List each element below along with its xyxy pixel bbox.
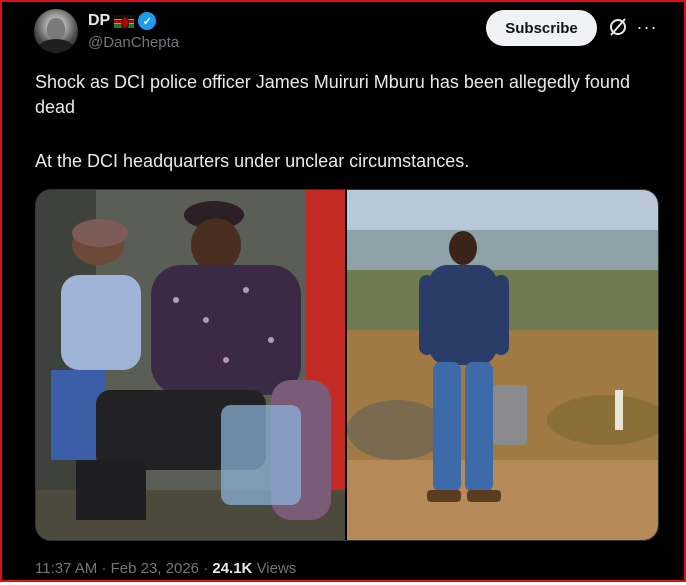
post-text-line1: Shock as DCI police officer James Muirur… xyxy=(35,72,630,117)
grok-icon[interactable] xyxy=(608,17,628,37)
meta-separator: · xyxy=(101,560,107,577)
author-name-row: DP ✓ xyxy=(88,12,157,30)
photo-left-image xyxy=(36,190,345,540)
subscribe-button[interactable]: Subscribe xyxy=(486,10,597,46)
post-text-line2: At the DCI headquarters under unclear ci… xyxy=(35,151,470,171)
views-label: Views xyxy=(256,560,297,577)
screenshot-frame: DP ✓ @DanChepta Subscribe ··· Shock as D… xyxy=(0,0,686,582)
post-meta: 11:37 AM · Feb 23, 2026 · 24.1K Views xyxy=(35,560,296,577)
avatar-suit xyxy=(38,39,74,53)
photo-right-image xyxy=(347,190,658,540)
post: DP ✓ @DanChepta Subscribe ··· Shock as D… xyxy=(2,2,684,580)
author-name[interactable]: DP xyxy=(88,12,110,30)
kenya-flag-icon xyxy=(114,14,135,29)
media-grid xyxy=(35,189,659,541)
photo-left[interactable] xyxy=(36,190,345,540)
avatar[interactable] xyxy=(34,9,78,53)
post-time[interactable]: 11:37 AM xyxy=(35,560,97,577)
author-handle[interactable]: @DanChepta xyxy=(88,34,179,51)
more-icon[interactable]: ··· xyxy=(636,16,658,38)
views-count: 24.1K xyxy=(212,560,253,577)
verified-badge-icon[interactable]: ✓ xyxy=(138,12,157,30)
photo-right[interactable] xyxy=(347,190,658,540)
post-date[interactable]: Feb 23, 2026 xyxy=(111,560,199,577)
avatar-face xyxy=(47,18,65,40)
meta-separator: · xyxy=(203,560,209,577)
